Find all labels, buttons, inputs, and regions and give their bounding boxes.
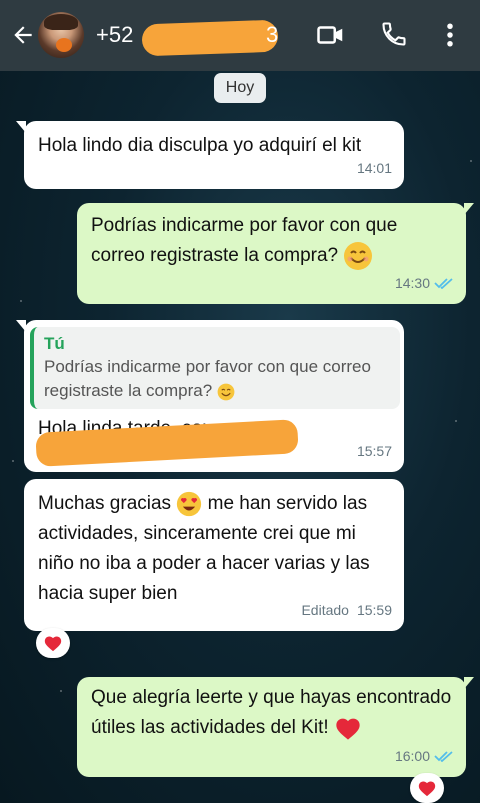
edited-label: Editado [301,602,349,618]
message-time: 14:30 [394,275,430,291]
message-meta: Editado 15:59 [301,595,392,625]
heart-eyes-emoji-icon [177,491,202,517]
message-meta: 15:57 [357,436,392,466]
message-meta: 14:01 [357,153,392,183]
message-meta: 16:00 [395,741,454,771]
date-chip: Hoy [214,73,266,103]
message-text: Hola lindo dia disculpa yo adquirí el ki… [38,135,362,156]
message-incoming[interactable]: Muchas gracias me han servido las activi… [24,479,404,631]
quote-author: Tú [44,334,65,353]
video-call-icon[interactable] [316,20,346,50]
message-outgoing[interactable]: Podrías indicarme por favor con que corr… [77,203,474,304]
chat-header: +52 3 [0,0,480,71]
heart-icon [418,781,436,797]
message-text: Muchas gracias [38,493,172,514]
message-time: 16:00 [394,748,430,764]
message-incoming[interactable]: Hola lindo dia disculpa yo adquirí el ki… [16,121,404,189]
redaction-mark [141,19,279,57]
heart-reaction[interactable] [410,773,444,803]
smile-emoji-icon [344,242,373,270]
message-meta: 14:30 [395,268,454,298]
more-options-icon[interactable] [440,20,460,50]
message-time: 15:57 [356,443,392,459]
message-incoming-reply[interactable]: Tú Podrías indicarme por favor con que c… [16,320,404,472]
message-time: 14:01 [356,160,392,176]
heart-icon [44,636,62,652]
read-ticks-icon [434,278,453,289]
phone-icon[interactable] [380,20,408,48]
back-arrow-icon[interactable] [10,22,36,48]
contact-name[interactable]: +52 [96,22,133,48]
message-time: 15:59 [356,602,392,618]
heart-reaction[interactable] [36,628,70,658]
quoted-message[interactable]: Tú Podrías indicarme por favor con que c… [30,327,400,409]
avatar[interactable] [38,12,84,58]
heart-icon [336,718,360,740]
contact-name-tail: 3 [266,22,279,47]
quote-text: Podrías indicarme por favor con que corr… [44,357,371,400]
message-text: Que alegría leerte y que hayas encontrad… [91,687,452,738]
smile-emoji-icon [217,383,235,400]
message-outgoing[interactable]: Que alegría leerte y que hayas encontrad… [77,677,474,777]
read-ticks-icon [434,751,453,762]
